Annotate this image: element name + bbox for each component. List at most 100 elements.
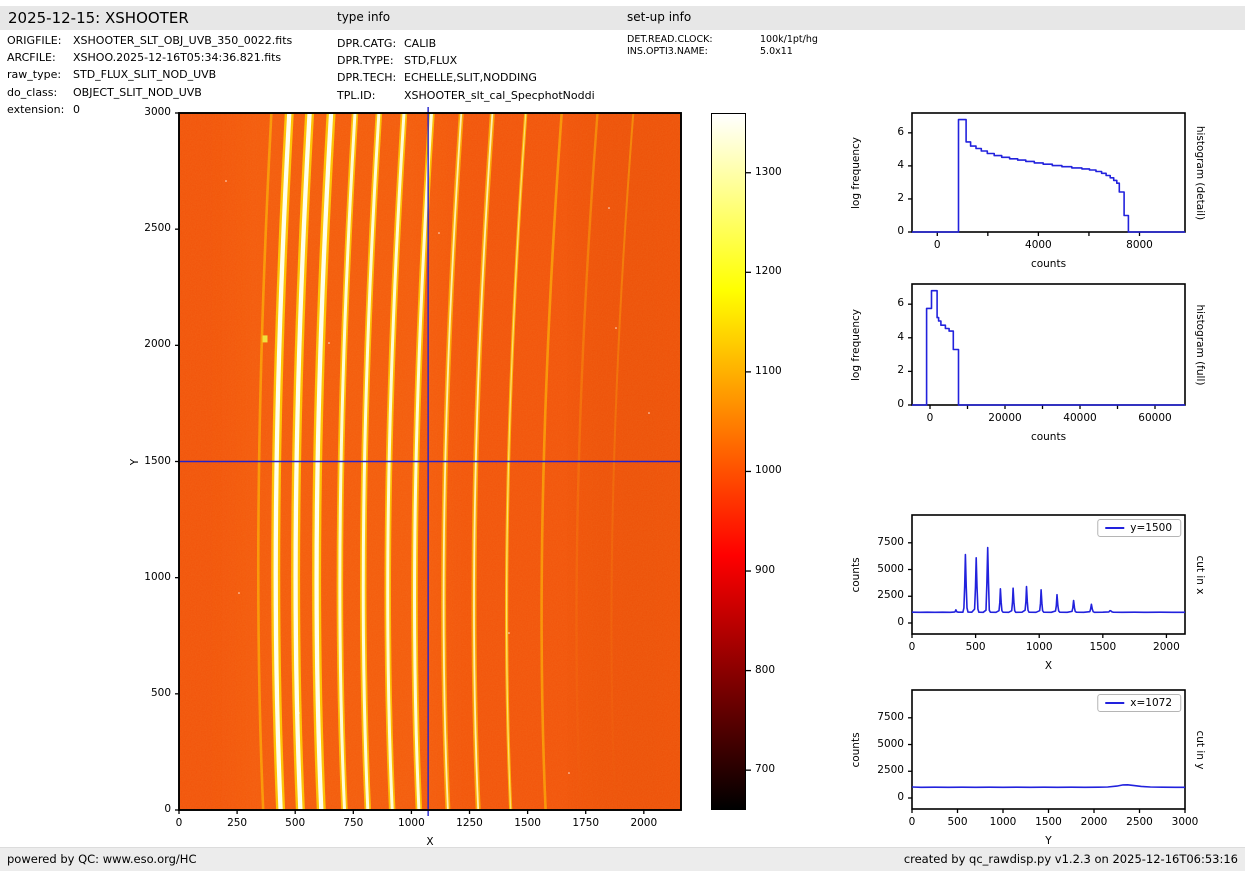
info-value: 100k/1pt/hg [760,34,818,45]
cut-x-ytick-label: 0 [897,615,904,628]
cut-y-xtick-label: 1500 [1035,816,1062,828]
main-image-xtick-label: 1750 [572,817,600,829]
hist-full-xtick-label: 40000 [1063,412,1097,424]
hist-full-ytick-label: 2 [897,364,904,377]
main-image-xtick-label: 500 [285,817,306,829]
cut-y-ytick-label: 5000 [877,737,904,750]
cut-x-x-axis-label: X [1044,660,1053,672]
cut-y-ytick-label: 0 [897,790,904,803]
cut-y-legend: x=1072 [1097,694,1181,712]
cut-x-xtick-label: 500 [965,641,986,653]
cut-x-xtick-label: 0 [908,641,916,653]
colorbar-tick-label: 700 [755,763,776,776]
info-value: ECHELLE,SLIT,NODDING [404,71,537,85]
hist-full-xtick-label: 20000 [988,412,1022,424]
cut-x-ytick-label: 2500 [877,589,904,602]
hist-detail-ytick-label: 6 [897,125,904,138]
colorbar-tick-label: 1300 [755,165,782,178]
cut-y-y-axis-label: counts [850,731,862,768]
hist-full-xtick-label: 0 [926,412,934,424]
colorbar [711,113,746,810]
cut-x-y-axis-label: counts [850,556,862,593]
cut-x-series-line [911,546,1185,614]
info-value: 5.0x11 [760,45,793,57]
colorbar-tick-label: 1100 [755,364,782,377]
hist-detail-xtick-label: 4000 [1025,239,1052,251]
cut-y-xtick-label: 3000 [1171,816,1199,828]
cut-y-xtick-label: 0 [908,816,916,828]
main-image-ytick-label: 2000 [144,338,171,351]
legend-line-swatch [1105,702,1125,704]
info-row-readclock: DET.READ.CLOCK: 100k/1pt/hg [627,34,818,46]
info-value: OBJECT_SLIT_NOD_UVB [73,85,202,99]
hist-detail-xtick-label: 8000 [1126,239,1153,251]
hist-full-ytick-label: 6 [897,297,904,310]
colorbar-tick-label: 1200 [755,265,782,278]
main-image-xtick-label: 1500 [514,817,541,829]
main-image-ytick-label: 500 [150,686,171,699]
info-row-tplid: TPL.ID: XSHOOTER_slt_cal_SpecphotNoddi [337,87,595,104]
cut-x-xtick-label: 1500 [1089,641,1117,653]
hist-full-xtick-label: 60000 [1138,412,1172,424]
info-value: XSHOO.2025-12-16T05:34:36.821.fits [73,51,282,65]
hist-full-ytick-label: 4 [897,330,904,343]
footer-left-text: powered by QC: www.eso.org/HC [7,852,197,866]
hist-detail-frame [911,112,1186,233]
hist-detail-x-axis-label: counts [1030,258,1067,270]
hist-full-y-axis-label: log frequency [850,308,862,381]
cut-x-side-label: cut in x [1194,554,1206,595]
cut-y-xtick-label: 2000 [1080,816,1108,828]
info-label: do_class: [7,85,58,99]
cut-y-xtick-label: 1000 [989,816,1017,828]
hist-full-ytick-label: 0 [897,398,904,410]
info-value: XSHOOTER_SLT_OBJ_UVB_350_0022.fits [73,34,293,47]
cut-y-x-axis-label: Y [1045,835,1052,847]
main-image-xtick-label: 0 [175,817,183,829]
legend-label: y=1500 [1130,522,1172,534]
main-image-xtick-label: 250 [227,817,248,829]
footer-right-text: created by qc_rawdisp.py v1.2.3 on 2025-… [903,852,1238,866]
cut-y-ytick-label: 7500 [877,710,904,723]
colorbar-tick-label: 900 [755,564,776,577]
info-value: XSHOOTER_slt_cal_SpecphotNoddi [404,88,595,102]
info-value: STD_FLUX_SLIT_NOD_UVB [73,68,217,82]
section-header-setup-info: set-up info [627,10,692,24]
hist-detail-y-axis-label: log frequency [850,136,862,209]
main-image-ytick-label: 1500 [144,454,171,467]
raw-frame-image [179,113,681,810]
info-label: DPR.CATG: [337,37,397,50]
info-label: extension: [7,102,65,116]
cut-x-xtick-label: 2000 [1153,641,1180,653]
title-bar: 2025-12-15: XSHOOTER type info set-up in… [0,6,1245,30]
cut-y-xtick-label: 2500 [1126,816,1153,828]
info-row-opti3name: INS.OPTI3.NAME: 5.0x11 [627,46,818,58]
cut-x-frame [911,514,1186,635]
info-value: CALIB [404,37,437,50]
hist-full-series-line [912,289,1185,406]
legend-line-swatch [1105,527,1125,529]
info-row-arcfile: ARCFILE: XSHOO.2025-12-16T05:34:36.821.fi… [7,49,292,66]
info-label: TPL.ID: [337,88,376,102]
cut-x-legend: y=1500 [1097,519,1181,537]
cut-x-ytick-label: 5000 [877,562,904,575]
info-label: raw_type: [7,68,62,82]
info-row-rawtype: raw_type: STD_FLUX_SLIT_NOD_UVB [7,66,292,83]
main-image-xtick-label: 750 [343,817,364,829]
info-label: DPR.TYPE: [337,54,394,68]
info-row-dprtech: DPR.TECH: ECHELLE,SLIT,NODDING [337,69,595,86]
cut-y-xtick-label: 500 [947,816,968,828]
legend-label: x=1072 [1130,697,1172,709]
main-image-ytick-label: 0 [164,803,171,815]
hist-full-x-axis-label: counts [1030,431,1067,443]
info-label: ARCFILE: [7,51,56,65]
main-image-ytick-label: 2500 [144,222,171,235]
main-image-ytick-label: 1000 [144,570,171,583]
info-label: DPR.TECH: [337,71,397,85]
page-title: 2025-12-15: XSHOOTER [8,9,189,27]
info-value: STD,FLUX [404,54,458,68]
hist-detail-side-label: histogram (detail) [1194,125,1206,220]
colorbar-tick-label: 800 [755,663,776,676]
hist-full-side-label: histogram (full) [1194,304,1206,385]
type-info-block: DPR.CATG: CALIB DPR.TYPE: STD,FLUX DPR.TEC… [337,35,595,104]
colorbar-tick-label: 1000 [755,464,782,477]
